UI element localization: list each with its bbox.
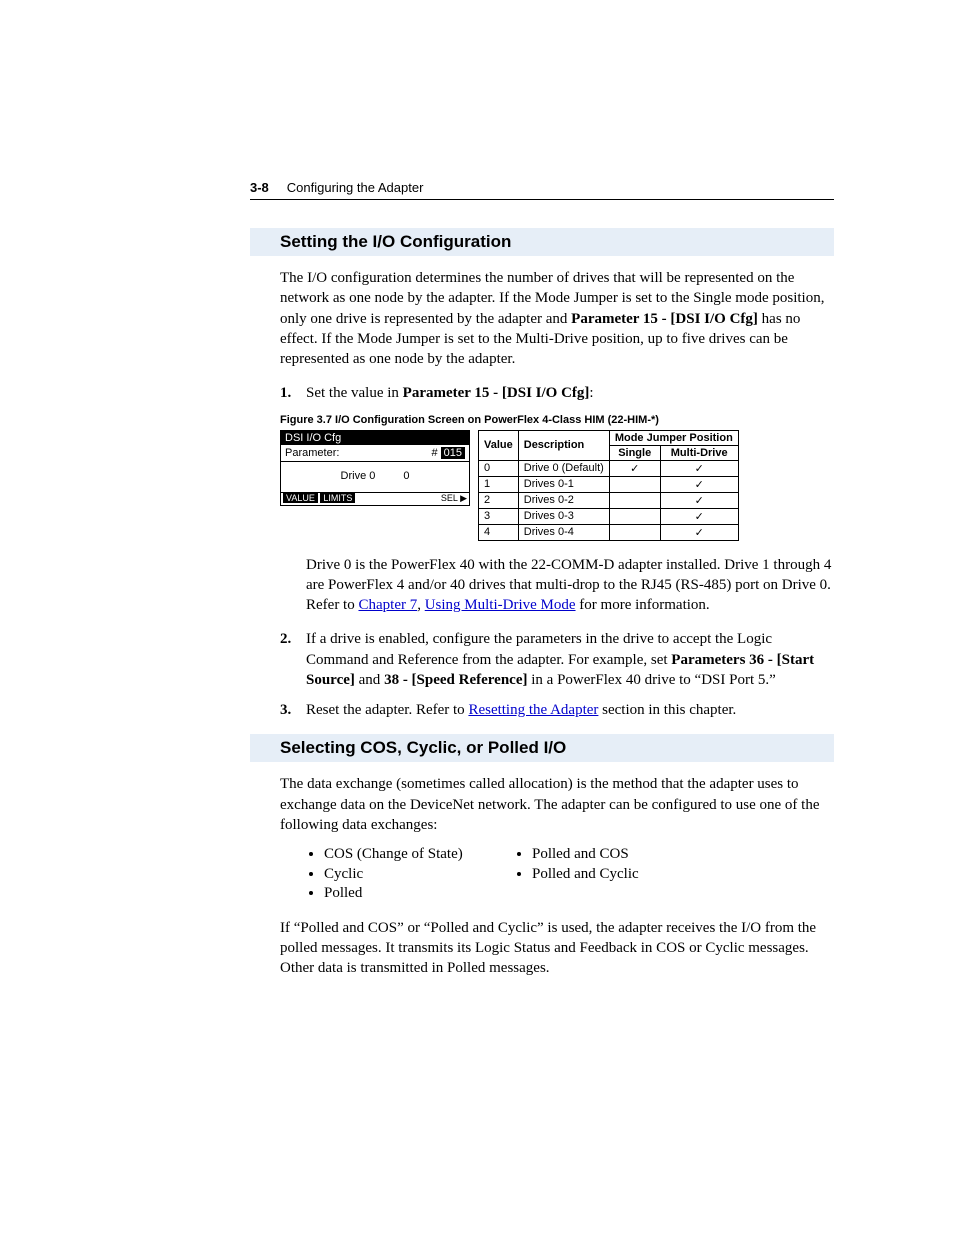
text: for more information. bbox=[576, 597, 710, 613]
param-ref: Parameter 15 - [DSI I/O Cfg] bbox=[571, 311, 758, 327]
drive0-note: Drive 0 is the PowerFlex 40 with the 22-… bbox=[306, 555, 834, 616]
table-row: 1 Drives 0-1 ✓ bbox=[479, 476, 739, 492]
right-triangle-icon: ▶ bbox=[460, 493, 467, 503]
him-drive-label: Drive 0 bbox=[341, 470, 376, 482]
page-number: 3-8 bbox=[250, 180, 269, 195]
step-number: 1. bbox=[280, 383, 306, 403]
col-value: Value bbox=[479, 430, 519, 460]
cell-single bbox=[609, 508, 660, 524]
step-text: If a drive is enabled, configure the par… bbox=[306, 629, 834, 690]
cell-desc: Drives 0-2 bbox=[518, 492, 609, 508]
figure-row: DSI I/O Cfg Parameter: # 015 Drive 0 0 V… bbox=[280, 430, 834, 541]
him-value-btn: VALUE bbox=[283, 493, 318, 503]
cell-single bbox=[609, 476, 660, 492]
table-row: 0 Drive 0 (Default) ✓ ✓ bbox=[479, 460, 739, 476]
text: section in this chapter. bbox=[598, 702, 736, 718]
him-sel-label: SEL bbox=[441, 493, 458, 503]
cell-multi: ✓ bbox=[660, 508, 738, 524]
section-heading-io-config: Setting the I/O Configuration bbox=[250, 228, 834, 256]
step-1: 1. Set the value in Parameter 15 - [DSI … bbox=[280, 383, 834, 403]
cell-value: 2 bbox=[479, 492, 519, 508]
table-row: 3 Drives 0-3 ✓ bbox=[479, 508, 739, 524]
col-multi: Multi-Drive bbox=[660, 445, 738, 460]
text: in a PowerFlex 40 drive to “DSI Port 5.” bbox=[528, 672, 776, 688]
cell-single bbox=[609, 492, 660, 508]
cell-value: 1 bbox=[479, 476, 519, 492]
table-row: 2 Drives 0-2 ✓ bbox=[479, 492, 739, 508]
steps-list: 1. Set the value in Parameter 15 - [DSI … bbox=[280, 383, 834, 403]
cell-desc: Drives 0-4 bbox=[518, 524, 609, 540]
step-3: 3. Reset the adapter. Refer to Resetting… bbox=[280, 700, 834, 720]
intro-paragraph: The I/O configuration determines the num… bbox=[280, 268, 834, 369]
list-item: Polled bbox=[324, 884, 514, 904]
him-footer-left: VALUE LIMITS bbox=[283, 493, 355, 504]
table-row: 4 Drives 0-4 ✓ bbox=[479, 524, 739, 540]
link-multi-drive-mode[interactable]: Using Multi-Drive Mode bbox=[425, 597, 576, 613]
cell-multi: ✓ bbox=[660, 460, 738, 476]
param-ref: 38 - [Speed Reference] bbox=[384, 672, 527, 688]
list-item: COS (Change of State) bbox=[324, 845, 514, 865]
him-limits-btn: LIMITS bbox=[320, 493, 355, 503]
text: and bbox=[355, 672, 384, 688]
list-item: Polled and COS bbox=[532, 845, 722, 865]
text: Set the value in bbox=[306, 385, 403, 401]
exchange-list: COS (Change of State) Cyclic Polled Poll… bbox=[306, 845, 834, 904]
step-number: 3. bbox=[280, 700, 306, 720]
text: : bbox=[589, 385, 593, 401]
config-table: Value Description Mode Jumper Position S… bbox=[478, 430, 739, 541]
page: 3-8 Configuring the Adapter Setting the … bbox=[0, 0, 954, 1048]
running-header: 3-8 Configuring the Adapter bbox=[250, 180, 834, 200]
cell-value: 0 bbox=[479, 460, 519, 476]
table-header-row: Value Description Mode Jumper Position bbox=[479, 430, 739, 445]
content: Setting the I/O Configuration The I/O co… bbox=[280, 228, 834, 978]
steps-list-cont: 2. If a drive is enabled, configure the … bbox=[280, 629, 834, 720]
cell-desc: Drive 0 (Default) bbox=[518, 460, 609, 476]
exchange-col-1: COS (Change of State) Cyclic Polled bbox=[306, 845, 514, 904]
cell-multi: ✓ bbox=[660, 476, 738, 492]
step-text: Set the value in Parameter 15 - [DSI I/O… bbox=[306, 383, 834, 403]
list-item: Cyclic bbox=[324, 865, 514, 885]
him-drive-value: 0 bbox=[403, 470, 409, 482]
link-chapter-7[interactable]: Chapter 7 bbox=[358, 597, 417, 613]
section2-outro: If “Polled and COS” or “Polled and Cycli… bbox=[280, 918, 834, 979]
cell-multi: ✓ bbox=[660, 492, 738, 508]
cell-multi: ✓ bbox=[660, 524, 738, 540]
him-param-right: # 015 bbox=[431, 447, 465, 459]
cell-single: ✓ bbox=[609, 460, 660, 476]
him-footer: VALUE LIMITS SEL ▶ bbox=[281, 492, 469, 505]
him-value-row: Drive 0 0 bbox=[281, 461, 469, 492]
him-screen: DSI I/O Cfg Parameter: # 015 Drive 0 0 V… bbox=[280, 430, 470, 506]
cell-desc: Drives 0-1 bbox=[518, 476, 609, 492]
chapter-title: Configuring the Adapter bbox=[287, 180, 424, 195]
step-2: 2. If a drive is enabled, configure the … bbox=[280, 629, 834, 690]
param-ref: Parameter 15 - [DSI I/O Cfg] bbox=[403, 385, 590, 401]
him-param-num: 015 bbox=[441, 447, 465, 459]
cell-value: 4 bbox=[479, 524, 519, 540]
col-mode: Mode Jumper Position bbox=[609, 430, 738, 445]
text: Reset the adapter. Refer to bbox=[306, 702, 468, 718]
section2-intro: The data exchange (sometimes called allo… bbox=[280, 774, 834, 835]
exchange-col-2: Polled and COS Polled and Cyclic bbox=[514, 845, 722, 904]
him-footer-right: SEL ▶ bbox=[441, 493, 467, 504]
cell-single bbox=[609, 524, 660, 540]
step-number: 2. bbox=[280, 629, 306, 690]
col-single: Single bbox=[609, 445, 660, 460]
hash-symbol: # bbox=[431, 447, 437, 459]
list-item: Polled and Cyclic bbox=[532, 865, 722, 885]
section-heading-cos: Selecting COS, Cyclic, or Polled I/O bbox=[250, 734, 834, 762]
step-text: Reset the adapter. Refer to Resetting th… bbox=[306, 700, 834, 720]
link-resetting-adapter[interactable]: Resetting the Adapter bbox=[468, 702, 598, 718]
col-desc: Description bbox=[518, 430, 609, 460]
text: , bbox=[417, 597, 425, 613]
him-param-label: Parameter: bbox=[285, 447, 339, 459]
him-param-row: Parameter: # 015 bbox=[281, 445, 469, 461]
figure-caption: Figure 3.7 I/O Configuration Screen on P… bbox=[280, 414, 834, 426]
cell-value: 3 bbox=[479, 508, 519, 524]
cell-desc: Drives 0-3 bbox=[518, 508, 609, 524]
him-title: DSI I/O Cfg bbox=[281, 431, 469, 445]
